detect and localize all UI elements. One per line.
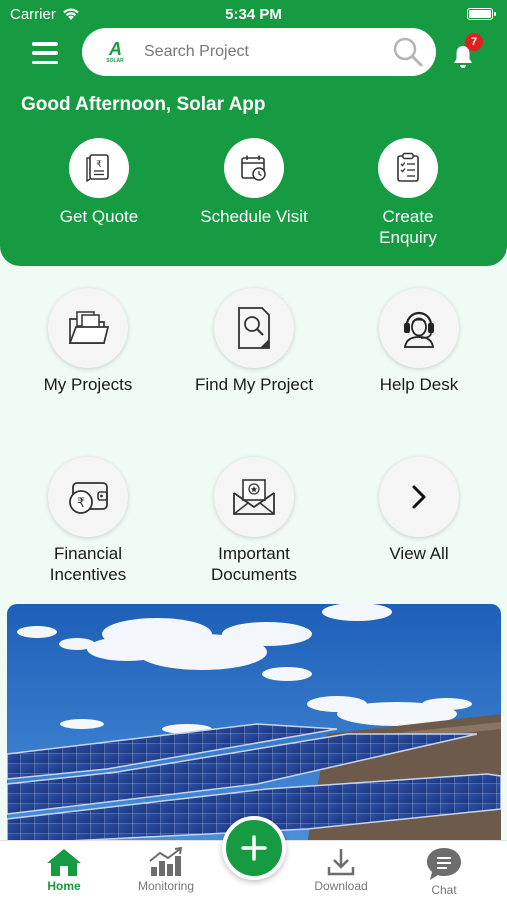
status-bar: Carrier 5:34 PM: [0, 0, 507, 28]
document-search-icon: [214, 288, 294, 368]
financial-incentives-label: Financial Incentives: [49, 544, 127, 584]
app-logo: A SOLAR: [92, 35, 138, 69]
search-bar[interactable]: A SOLAR: [82, 28, 436, 76]
nav-monitoring[interactable]: Monitoring: [121, 847, 211, 893]
notification-button[interactable]: 7: [452, 33, 483, 68]
menu-button[interactable]: [32, 42, 58, 64]
nav-download[interactable]: Download: [296, 847, 386, 893]
important-documents-button[interactable]: Important Documents: [174, 457, 334, 585]
bar-chart-icon: [149, 847, 183, 876]
schedule-visit-label: Schedule Visit: [199, 206, 309, 227]
my-projects-button[interactable]: My Projects: [8, 288, 168, 395]
logo-sub: SOLAR: [106, 58, 124, 64]
home-icon: [47, 849, 81, 876]
chat-bubble-icon: [427, 848, 461, 880]
financial-incentives-button[interactable]: ₹ Financial Incentives: [8, 457, 168, 585]
folder-documents-icon: [48, 288, 128, 368]
get-quote-label: Get Quote: [59, 207, 139, 226]
envelope-document-icon: [214, 457, 294, 537]
notification-badge: 7: [465, 33, 483, 51]
battery-icon: [467, 8, 496, 20]
nav-home-label: Home: [47, 879, 81, 893]
plus-icon: [241, 835, 267, 861]
nav-chat-label: Chat: [431, 883, 457, 897]
svg-text:₹: ₹: [96, 160, 102, 170]
add-button[interactable]: [222, 816, 286, 880]
nav-monitoring-label: Monitoring: [137, 879, 195, 893]
schedule-visit-button[interactable]: Schedule Visit: [194, 138, 314, 227]
create-enquiry-label: Create Enquiry: [363, 206, 453, 248]
quote-document-icon: ₹: [69, 138, 129, 198]
nav-chat[interactable]: Chat: [399, 847, 489, 897]
search-input[interactable]: [144, 43, 390, 61]
logo-mark: A: [109, 39, 122, 59]
header: A SOLAR 7 Good Afternoon, Solar App ₹: [0, 28, 507, 266]
svg-text:₹: ₹: [77, 496, 85, 511]
help-desk-button[interactable]: Help Desk: [339, 288, 499, 395]
get-quote-button[interactable]: ₹ Get Quote: [39, 138, 159, 227]
chevron-right-icon: [379, 457, 459, 537]
greeting-text: Good Afternoon, Solar App: [21, 94, 266, 115]
support-agent-icon: [379, 288, 459, 368]
view-all-button[interactable]: View All: [339, 457, 499, 564]
clipboard-checklist-icon: [378, 138, 438, 198]
create-enquiry-button[interactable]: Create Enquiry: [348, 138, 468, 248]
find-my-project-button[interactable]: Find My Project: [174, 288, 334, 395]
view-all-label: View All: [389, 544, 449, 563]
solar-banner-image[interactable]: [7, 604, 501, 844]
search-icon[interactable]: [390, 34, 426, 70]
find-my-project-label: Find My Project: [194, 375, 314, 394]
nav-download-label: Download: [314, 879, 368, 893]
download-icon: [327, 849, 355, 876]
wifi-icon: [63, 8, 79, 20]
my-projects-label: My Projects: [43, 375, 133, 394]
calendar-clock-icon: [224, 138, 284, 198]
create-enquiry-text: Create Enquiry: [379, 207, 437, 247]
carrier-label: Carrier: [10, 5, 56, 23]
help-desk-label: Help Desk: [379, 375, 459, 394]
important-documents-label: Important Documents: [211, 544, 297, 584]
nav-home[interactable]: Home: [19, 847, 109, 893]
rupee-wallet-icon: ₹: [48, 457, 128, 537]
schedule-visit-text: Schedule Visit: [200, 207, 308, 226]
